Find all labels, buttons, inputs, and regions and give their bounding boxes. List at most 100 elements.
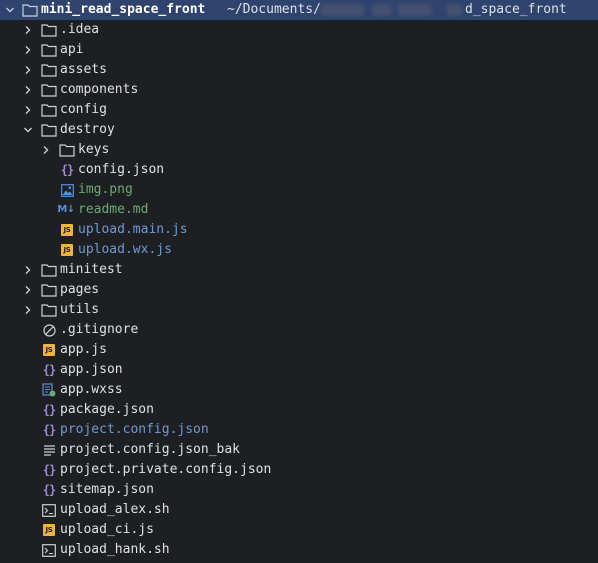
chevron-right-icon[interactable] <box>21 80 35 100</box>
project-tree: mini_read_space_front ~/Documents/ d_spa… <box>0 0 598 560</box>
json-icon: {} <box>42 483 56 497</box>
tree-item-file[interactable]: project.config.json_bak <box>0 440 598 460</box>
tree-item-file[interactable]: JS app.js <box>0 340 598 360</box>
chevron-down-icon[interactable] <box>21 120 35 140</box>
tree-item-file[interactable]: {} config.json <box>0 160 598 180</box>
folder-icon <box>41 262 57 278</box>
tree-item-label: pages <box>60 282 100 297</box>
javascript-icon: JS <box>59 222 75 238</box>
tree-item-label: config.json <box>78 162 165 177</box>
chevron-right-icon[interactable] <box>21 100 35 120</box>
tree-item-folder[interactable]: api <box>0 40 598 60</box>
tree-item-file[interactable]: upload_hank.sh <box>0 540 598 560</box>
tree-item-file[interactable]: JS upload_ci.js <box>0 520 598 540</box>
tree-item-label: mini_read_space_front <box>41 2 206 17</box>
tree-item-file[interactable]: JS upload.wx.js <box>0 240 598 260</box>
project-path-prefix: ~/Documents/ <box>227 2 321 17</box>
markdown-icon: M↓ <box>57 204 75 215</box>
path-redacted-mask <box>398 4 432 16</box>
folder-icon <box>41 102 57 118</box>
shell-script-icon <box>41 542 57 558</box>
tree-item-label: upload.main.js <box>78 222 188 237</box>
chevron-down-icon[interactable] <box>3 0 17 20</box>
tree-item-folder[interactable]: pages <box>0 280 598 300</box>
tree-item-file[interactable]: app.wxss <box>0 380 598 400</box>
tree-root-row[interactable]: mini_read_space_front ~/Documents/ d_spa… <box>0 0 598 20</box>
tree-item-file[interactable]: JS upload.main.js <box>0 220 598 240</box>
tree-item-label: upload.wx.js <box>78 242 172 257</box>
chevron-right-icon[interactable] <box>21 300 35 320</box>
tree-item-label: app.js <box>60 342 107 357</box>
folder-icon <box>22 2 38 18</box>
chevron-right-icon[interactable] <box>21 60 35 80</box>
tree-item-label: upload_hank.sh <box>60 542 170 557</box>
tree-item-file[interactable]: {} app.json <box>0 360 598 380</box>
json-icon: {} <box>42 403 56 417</box>
tree-item-label: app.json <box>60 362 123 377</box>
tree-item-label: config <box>60 102 107 117</box>
tree-item-label: utils <box>60 302 100 317</box>
tree-item-label: project.private.config.json <box>60 462 272 477</box>
tree-item-folder[interactable]: assets <box>0 60 598 80</box>
image-icon <box>59 182 75 198</box>
folder-icon <box>41 62 57 78</box>
json-icon: {} <box>60 163 74 177</box>
tree-item-label: assets <box>60 62 107 77</box>
tree-item-label: upload_ci.js <box>60 522 154 537</box>
tree-item-folder[interactable]: components <box>0 80 598 100</box>
tree-item-file[interactable]: {} project.config.json <box>0 420 598 440</box>
json-icon: {} <box>42 463 56 477</box>
tree-item-folder[interactable]: utils <box>0 300 598 320</box>
tree-item-label: app.wxss <box>60 382 123 397</box>
tree-item-file[interactable]: upload_alex.sh <box>0 500 598 520</box>
folder-icon <box>59 142 75 158</box>
tree-item-label: upload_alex.sh <box>60 502 170 517</box>
tree-item-folder[interactable]: .idea <box>0 20 598 40</box>
javascript-icon: JS <box>41 522 57 538</box>
tree-item-folder[interactable]: minitest <box>0 260 598 280</box>
folder-icon <box>41 22 57 38</box>
path-redacted-mask <box>320 4 364 16</box>
text-file-icon <box>41 442 57 458</box>
tree-item-file[interactable]: {} project.private.config.json <box>0 460 598 480</box>
chevron-right-icon[interactable] <box>21 40 35 60</box>
tree-item-label: readme.md <box>78 202 149 217</box>
chevron-right-icon[interactable] <box>21 260 35 280</box>
tree-item-file[interactable]: M↓ readme.md <box>0 200 598 220</box>
ignore-icon <box>41 322 57 338</box>
path-redacted-mask <box>446 4 462 16</box>
tree-item-label: .idea <box>60 22 100 37</box>
stylesheet-icon <box>41 382 57 398</box>
shell-script-icon <box>41 502 57 518</box>
tree-item-label: sitemap.json <box>60 482 154 497</box>
project-path-suffix: d_space_front <box>465 2 567 17</box>
folder-icon <box>41 42 57 58</box>
tree-item-label: components <box>60 82 139 97</box>
json-icon: {} <box>42 423 56 437</box>
tree-item-label: project.config.json <box>60 422 209 437</box>
folder-icon <box>41 82 57 98</box>
tree-item-label: .gitignore <box>60 322 139 337</box>
tree-item-label: img.png <box>78 182 133 197</box>
chevron-right-icon[interactable] <box>21 280 35 300</box>
tree-item-folder[interactable]: config <box>0 100 598 120</box>
javascript-icon: JS <box>41 342 57 358</box>
tree-item-file[interactable]: img.png <box>0 180 598 200</box>
tree-item-label: destroy <box>60 122 115 137</box>
tree-item-folder[interactable]: destroy <box>0 120 598 140</box>
tree-item-file[interactable]: {} package.json <box>0 400 598 420</box>
javascript-icon: JS <box>59 242 75 258</box>
tree-item-file[interactable]: .gitignore <box>0 320 598 340</box>
json-icon: {} <box>42 363 56 377</box>
folder-icon <box>41 122 57 138</box>
tree-item-label: package.json <box>60 402 154 417</box>
tree-item-file[interactable]: {} sitemap.json <box>0 480 598 500</box>
tree-item-label: project.config.json_bak <box>60 442 241 457</box>
chevron-right-icon[interactable] <box>39 140 53 160</box>
tree-item-label: api <box>60 42 84 57</box>
tree-item-label: minitest <box>60 262 123 277</box>
tree-item-label: keys <box>78 142 110 157</box>
tree-item-folder[interactable]: keys <box>0 140 598 160</box>
folder-icon <box>41 282 57 298</box>
chevron-right-icon[interactable] <box>21 20 35 40</box>
